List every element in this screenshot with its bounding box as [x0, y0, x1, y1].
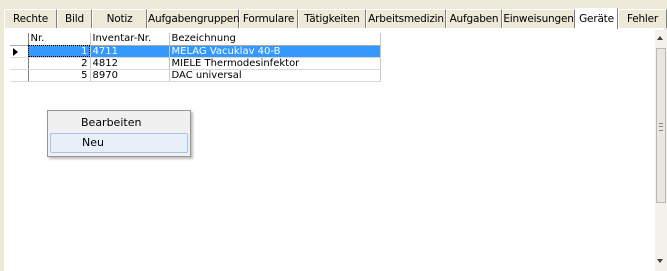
- tab-aufgabengruppen[interactable]: Aufgabengruppen: [147, 9, 240, 28]
- menu-item-bearbeiten[interactable]: Bearbeiten: [50, 113, 188, 133]
- tab-einweisungen[interactable]: Einweisungen: [502, 9, 575, 28]
- tab-formulare[interactable]: Formulare: [239, 9, 298, 28]
- tab-arbeitsmedizin[interactable]: Arbeitsmedizin: [366, 9, 446, 28]
- cell-nr[interactable]: 1: [28, 45, 91, 58]
- devices-grid[interactable]: Nr. Inventar-Nr. Bezeichnung 1 4711 MELA…: [10, 33, 381, 82]
- menu-item-neu[interactable]: Neu: [50, 133, 188, 153]
- column-header-inventar-nr[interactable]: Inventar-Nr.: [90, 33, 170, 46]
- tab-fehler[interactable]: Fehler: [618, 9, 667, 28]
- cell-inventar-nr[interactable]: 4711: [90, 45, 170, 58]
- table-row[interactable]: 2 4812 MIELE Thermodesinfektor: [10, 57, 381, 70]
- scrollbar-grip-icon: [659, 123, 663, 131]
- tab-geraete[interactable]: Geräte: [575, 8, 618, 29]
- scroll-down-arrow-icon[interactable]: [657, 259, 663, 263]
- cell-nr[interactable]: 2: [28, 57, 91, 70]
- vertical-scrollbar[interactable]: [655, 30, 667, 271]
- tab-bild[interactable]: Bild: [57, 9, 92, 28]
- scroll-up-arrow-icon[interactable]: [657, 36, 663, 40]
- current-row-arrow-icon: [13, 47, 18, 56]
- row-indicator-header: [10, 33, 29, 46]
- cell-nr[interactable]: 5: [28, 69, 91, 82]
- column-header-nr[interactable]: Nr.: [28, 33, 91, 46]
- cell-inventar-nr[interactable]: 4812: [90, 57, 170, 70]
- tab-aufgaben[interactable]: Aufgaben: [446, 9, 502, 28]
- tab-notiz[interactable]: Notiz: [92, 9, 147, 28]
- tab-taetigkeiten[interactable]: Tätigkeiten: [298, 9, 366, 28]
- cell-bezeichnung[interactable]: MELAG Vacuklav 40-B: [169, 45, 381, 58]
- grid-header-row: Nr. Inventar-Nr. Bezeichnung: [10, 33, 381, 46]
- row-indicator: [10, 57, 29, 70]
- scrollbar-thumb[interactable]: [656, 48, 666, 203]
- row-indicator: [10, 69, 29, 82]
- tab-strip: Rechte Bild Notiz Aufgabengruppen Formul…: [4, 8, 667, 29]
- cell-bezeichnung[interactable]: DAC universal: [169, 69, 381, 82]
- cell-bezeichnung[interactable]: MIELE Thermodesinfektor: [169, 57, 381, 70]
- table-row[interactable]: 1 4711 MELAG Vacuklav 40-B: [10, 45, 381, 58]
- row-indicator: [10, 45, 29, 58]
- cell-inventar-nr[interactable]: 8970: [90, 69, 170, 82]
- context-menu: Bearbeiten Neu: [47, 110, 191, 157]
- column-header-bezeichnung[interactable]: Bezeichnung: [169, 33, 381, 46]
- tab-rechte[interactable]: Rechte: [4, 9, 57, 28]
- table-row[interactable]: 5 8970 DAC universal: [10, 69, 381, 82]
